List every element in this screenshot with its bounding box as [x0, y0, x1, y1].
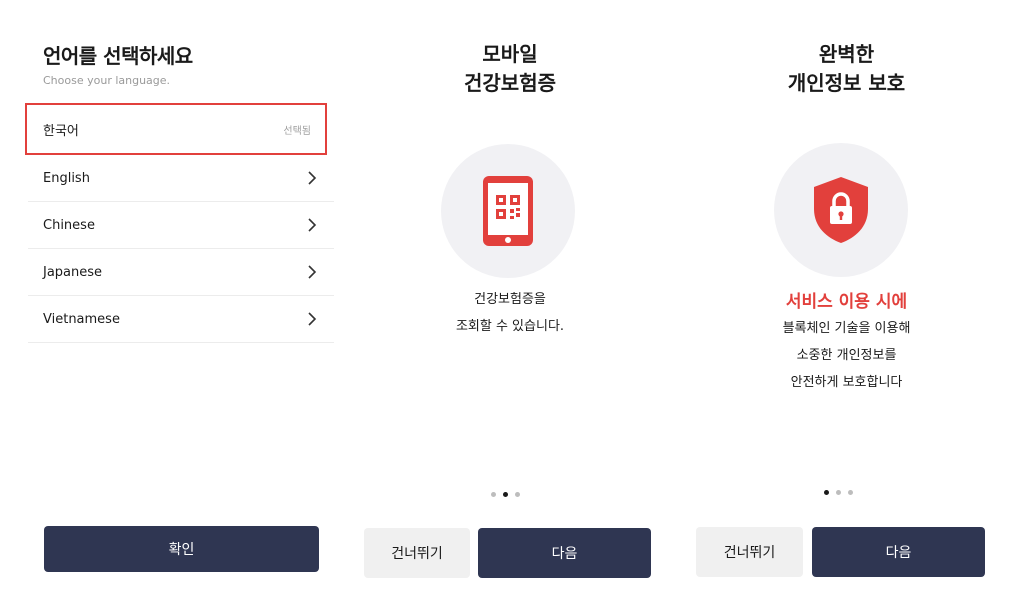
language-list: 한국어 선택됨 English Chinese Japanese Vietnam… — [25, 103, 334, 343]
onboarding-description: 건강보험증을 조회할 수 있습니다. — [345, 286, 675, 340]
skip-button[interactable]: 건너뛰기 — [696, 527, 803, 577]
page-dot — [848, 490, 853, 495]
page-dot-active — [503, 492, 508, 497]
onboarding-title: 완벽한 개인정보 보호 — [675, 40, 1018, 98]
selected-badge: 선택됨 — [283, 125, 311, 137]
onboarding-screen-health-card: 모바일 건강보험증 건강보험증을 조회할 수 있습니다. 건너뛰기 다음 — [345, 0, 675, 610]
chevron-right-icon — [308, 312, 317, 326]
language-option-korean[interactable]: 한국어 선택됨 — [25, 103, 327, 155]
language-label: Chinese — [43, 217, 95, 233]
title-line: 개인정보 보호 — [787, 71, 906, 95]
language-label: Japanese — [43, 264, 103, 280]
next-button[interactable]: 다음 — [812, 527, 985, 577]
language-label: 한국어 — [43, 123, 79, 139]
language-option-vietnamese[interactable]: Vietnamese — [28, 296, 334, 343]
highlight-text: 서비스 이용 시에 — [785, 292, 908, 312]
title-line: 건강보험증 — [464, 71, 556, 95]
language-option-japanese[interactable]: Japanese — [28, 249, 334, 296]
page-dot — [836, 490, 841, 495]
icon-circle — [441, 144, 575, 278]
confirm-button[interactable]: 확인 — [44, 526, 319, 572]
shield-lock-icon — [814, 177, 868, 243]
page-indicator — [491, 492, 520, 497]
page-subtitle: Choose your language. — [43, 74, 171, 87]
language-label: Vietnamese — [43, 311, 120, 327]
onboarding-screen-privacy: 완벽한 개인정보 보호 서비스 이용 시에 블록체인 기술을 이용해 소중한 개… — [675, 0, 1018, 610]
chevron-right-icon — [308, 265, 317, 279]
description-line: 건강보험증을 — [474, 292, 546, 307]
skip-button[interactable]: 건너뛰기 — [364, 528, 470, 578]
title-line: 모바일 — [482, 42, 538, 66]
language-label: English — [43, 170, 90, 186]
onboarding-description: 블록체인 기술을 이용해 소중한 개인정보를 안전하게 보호합니다 — [675, 315, 1018, 396]
page-title: 언어를 선택하세요 — [43, 44, 193, 68]
chevron-right-icon — [308, 218, 317, 232]
phone-qr-icon — [483, 176, 533, 246]
language-option-english[interactable]: English — [28, 155, 334, 202]
title-line: 완벽한 — [818, 42, 875, 66]
language-screen: 언어를 선택하세요 Choose your language. 한국어 선택됨 … — [0, 0, 345, 610]
icon-circle — [774, 143, 908, 277]
page-dot — [491, 492, 496, 497]
description-line: 블록체인 기술을 이용해 — [782, 321, 911, 336]
onboarding-title: 모바일 건강보험증 — [345, 40, 675, 98]
chevron-right-icon — [308, 171, 317, 185]
description-line: 안전하게 보호합니다 — [790, 375, 903, 390]
language-option-chinese[interactable]: Chinese — [28, 202, 334, 249]
next-button[interactable]: 다음 — [478, 528, 651, 578]
description-line: 소중한 개인정보를 — [796, 348, 897, 363]
page-indicator — [824, 490, 853, 495]
description-line: 조회할 수 있습니다. — [455, 319, 565, 334]
page-dot-active — [824, 490, 829, 495]
page-dot — [515, 492, 520, 497]
